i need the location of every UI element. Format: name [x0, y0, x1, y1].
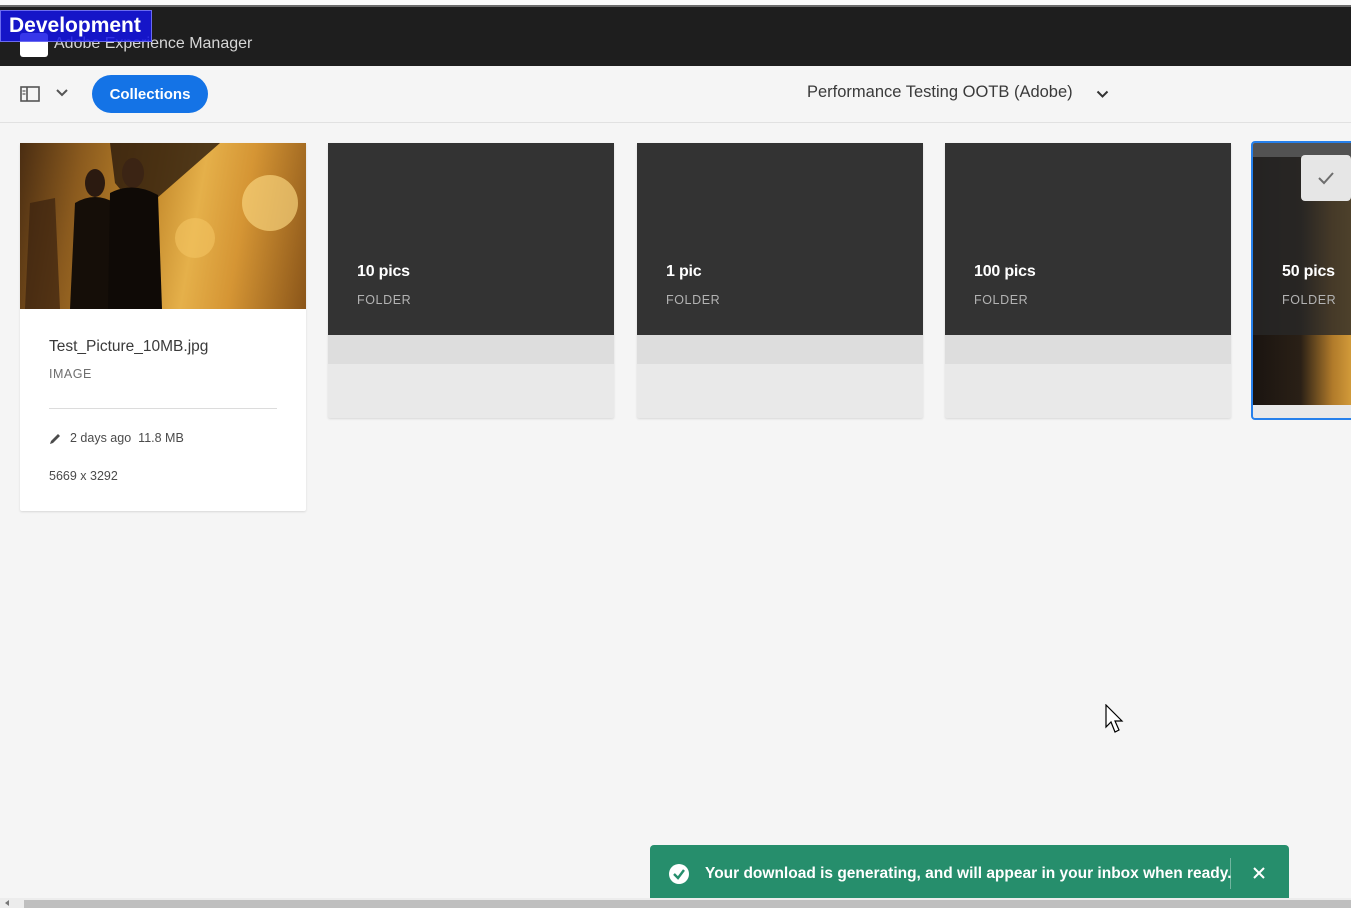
asset-card[interactable]: Test_Picture_10MB.jpg IMAGE 2 days ago 1… [20, 143, 306, 511]
horizontal-scrollbar[interactable] [0, 898, 1351, 908]
asset-size: 11.8 MB [138, 431, 184, 445]
asset-thumbnail[interactable] [20, 143, 306, 309]
folder-card[interactable]: 10 pics FOLDER [328, 143, 614, 418]
app-header: Adobe Experience Manager [0, 7, 1351, 66]
mouse-cursor-icon [1105, 704, 1124, 733]
asset-type: IMAGE [49, 367, 92, 381]
folder-type: FOLDER [1282, 293, 1337, 307]
folder-strip [945, 335, 1231, 364]
environment-badge: Development [0, 10, 152, 42]
asset-modified: 2 days ago [70, 431, 132, 445]
window-top-edge [0, 0, 1351, 7]
pencil-icon [50, 433, 60, 444]
chevron-down-icon[interactable] [55, 88, 69, 98]
selection-checkbox[interactable] [1301, 155, 1351, 201]
collections-button[interactable]: Collections [92, 75, 208, 113]
action-bar: Collections Performance Testing OOTB (Ad… [0, 66, 1351, 123]
breadcrumb-chevron-down-icon[interactable] [1096, 90, 1109, 99]
folder-strip [328, 335, 614, 364]
asset-meta: 2 days ago 11.8 MB [49, 431, 184, 445]
scrollbar-thumb[interactable] [24, 900, 1351, 908]
scroll-left-icon[interactable] [3, 899, 11, 907]
folder-title[interactable]: 100 pics [974, 263, 1036, 281]
asset-name[interactable]: Test_Picture_10MB.jpg [49, 338, 208, 356]
toast-divider [1230, 858, 1231, 889]
folder-card[interactable]: 1 pic FOLDER [637, 143, 923, 418]
rail-toggle-icon[interactable] [20, 86, 40, 102]
breadcrumb-title[interactable]: Performance Testing OOTB (Adobe) [807, 83, 1073, 102]
toast-notification: Your download is generating, and will ap… [650, 845, 1289, 902]
folder-type: FOLDER [666, 293, 721, 307]
folder-title[interactable]: 50 pics [1282, 263, 1335, 281]
photo-thumbnail-image [25, 143, 298, 309]
toast-message: Your download is generating, and will ap… [705, 865, 1232, 882]
folder-title[interactable]: 1 pic [666, 263, 702, 281]
folder-card-selected[interactable]: 50 pics FOLDER [1251, 141, 1351, 420]
success-check-icon [669, 864, 689, 884]
checkmark-icon [1318, 172, 1334, 185]
folder-card[interactable]: 100 pics FOLDER [945, 143, 1231, 418]
folder-type: FOLDER [357, 293, 412, 307]
divider [49, 408, 277, 409]
asset-dimensions: 5669 x 3292 [49, 469, 118, 483]
folder-type: FOLDER [974, 293, 1029, 307]
folder-strip [637, 335, 923, 364]
folder-title[interactable]: 10 pics [357, 263, 410, 281]
close-icon[interactable] [1251, 865, 1267, 881]
